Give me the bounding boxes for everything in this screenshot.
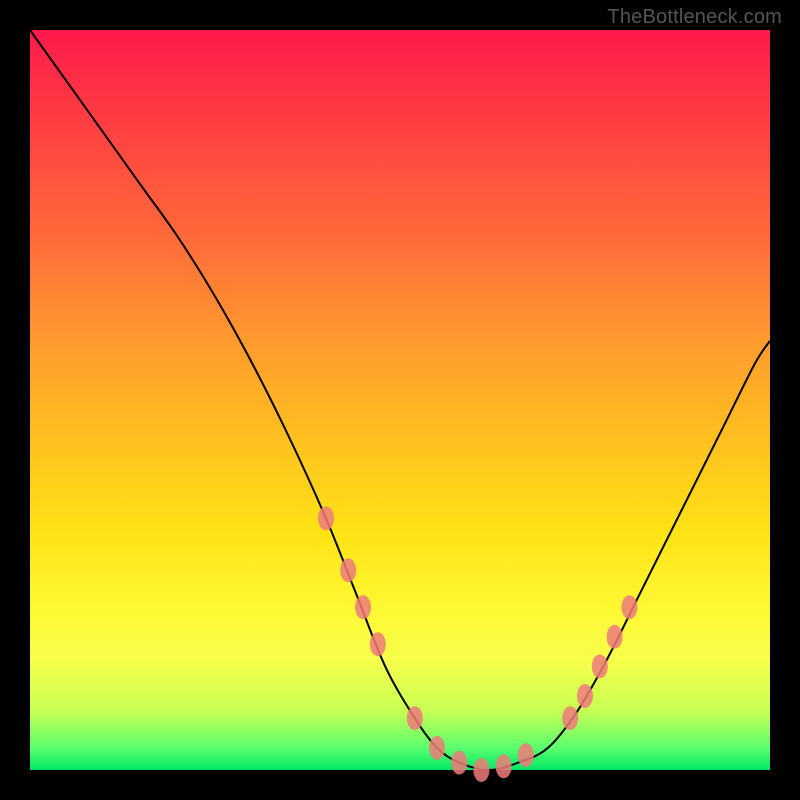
curve-marker: [340, 558, 356, 582]
curve-marker: [621, 595, 637, 619]
curve-svg: [30, 30, 770, 770]
curve-marker: [592, 654, 608, 678]
curve-markers: [318, 506, 637, 782]
curve-marker: [407, 706, 423, 730]
curve-marker: [370, 632, 386, 656]
curve-marker: [355, 595, 371, 619]
curve-marker: [607, 625, 623, 649]
curve-marker: [562, 706, 578, 730]
curve-marker: [473, 758, 489, 782]
curve-marker: [429, 736, 445, 760]
curve-marker: [318, 506, 334, 530]
curve-marker: [518, 743, 534, 767]
watermark-text: TheBottleneck.com: [607, 6, 782, 29]
bottleneck-curve: [30, 30, 770, 770]
curve-marker: [451, 751, 467, 775]
curve-marker: [496, 754, 512, 778]
chart-frame: TheBottleneck.com: [0, 0, 800, 800]
curve-marker: [577, 684, 593, 708]
plot-area: [30, 30, 770, 770]
